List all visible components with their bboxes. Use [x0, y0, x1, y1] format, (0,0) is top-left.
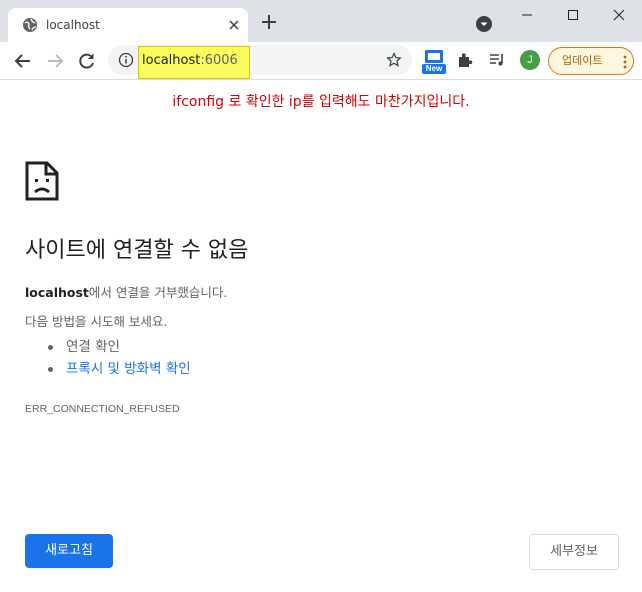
error-description: localhost에서 연결을 거부했습니다. [25, 284, 227, 302]
update-label: 업데이트 [562, 54, 603, 67]
sad-document-icon [25, 161, 59, 201]
try-text: 다음 방법을 시도해 보세요. [25, 314, 168, 329]
new-feature-button[interactable]: New [422, 49, 446, 75]
new-badge: New [422, 64, 446, 74]
error-heading: 사이트에 연결할 수 없음 [25, 238, 249, 263]
bookmark-star-icon[interactable] [386, 52, 402, 68]
suggestion-list: 연결 확인 프록시 및 방화벽 확인 [48, 336, 191, 380]
minimize-icon [522, 14, 532, 16]
reload-button[interactable]: 새로고침 [25, 534, 113, 568]
address-bar[interactable]: localhost:6006 [108, 45, 412, 79]
maximize-icon [568, 10, 578, 20]
tab-localhost[interactable]: localhost [8, 8, 248, 42]
error-code: ERR_CONNECTION_REFUSED [25, 403, 180, 415]
globe-icon [23, 18, 37, 32]
tab-title: localhost [46, 18, 100, 32]
forward-arrow-icon[interactable] [44, 50, 66, 72]
toolbar: localhost:6006 New J 업데이트 [0, 42, 642, 80]
media-control-icon[interactable] [488, 51, 506, 69]
suggestion-check-proxy-firewall-link[interactable]: 프록시 및 방화벽 확인 [48, 358, 191, 380]
close-tab-icon[interactable] [226, 17, 242, 33]
tab-strip: localhost [0, 0, 642, 42]
tab-search-icon[interactable] [474, 14, 494, 34]
refused-text: 에서 연결을 거부했습니다. [88, 285, 228, 300]
suggestion-check-connection: 연결 확인 [48, 336, 191, 358]
maximize-button[interactable] [550, 0, 596, 30]
update-button[interactable]: 업데이트 [548, 47, 634, 75]
back-arrow-icon[interactable] [12, 50, 34, 72]
more-vert-icon [623, 55, 627, 69]
profile-avatar[interactable]: J [520, 50, 540, 70]
close-window-button[interactable] [596, 0, 642, 30]
url-host: localhost [142, 53, 201, 68]
details-button[interactable]: 세부정보 [529, 534, 619, 570]
info-icon[interactable] [118, 52, 134, 68]
extensions-puzzle-icon[interactable] [456, 51, 474, 69]
reload-icon[interactable] [76, 50, 98, 72]
screen-icon [425, 50, 443, 63]
url-port: :6006 [200, 53, 238, 68]
url-text[interactable]: localhost:6006 [142, 53, 238, 69]
close-icon [613, 9, 625, 21]
new-tab-icon[interactable] [260, 13, 278, 31]
annotation-text: ifconfig 로 확인한 ip를 입력해도 마찬가지입니다. [172, 94, 470, 110]
error-host: localhost [25, 285, 89, 300]
minimize-button[interactable] [504, 0, 550, 30]
